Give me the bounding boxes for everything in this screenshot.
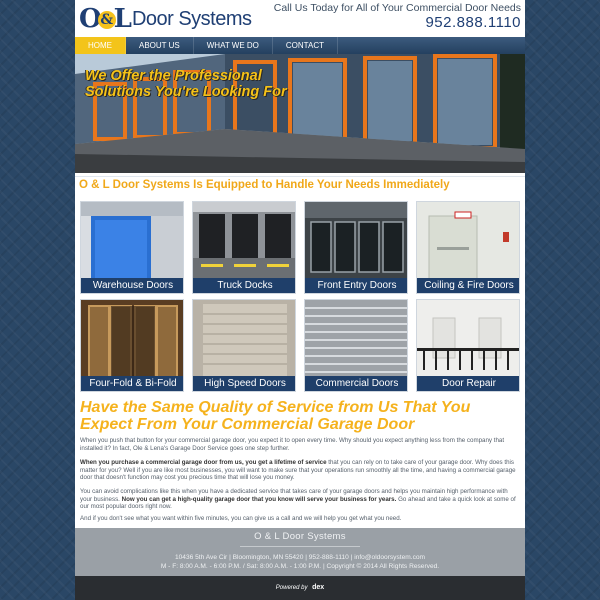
fire-door-image xyxy=(417,202,519,280)
footer-title: O & L Door Systems xyxy=(254,531,346,542)
dex-logo[interactable]: dex xyxy=(312,584,324,591)
tile-label: Coiling & Fire Doors xyxy=(417,278,519,293)
paragraph-4: And if you don't see what you want withi… xyxy=(80,515,402,522)
tile-label: Truck Docks xyxy=(193,278,295,293)
nav-home[interactable]: HOME xyxy=(75,37,126,54)
truck-dock-image xyxy=(193,202,295,280)
tile-warehouse-doors[interactable]: Warehouse Doors xyxy=(80,201,184,294)
call-to-action-text: Call Us Today for All of Your Commercial… xyxy=(273,2,521,14)
nav-about-us[interactable]: ABOUT US xyxy=(126,37,194,54)
nav-contact[interactable]: CONTACT xyxy=(273,37,338,54)
footer-address: 10436 5th Ave Cir | Bloomington, MN 5542… xyxy=(174,554,426,561)
warehouse-door-image xyxy=(81,202,183,280)
paragraph-2: When you purchase a commercial garage do… xyxy=(80,459,520,482)
door-repair-image xyxy=(417,300,519,378)
divider xyxy=(75,176,525,177)
tile-front-entry-doors[interactable]: Front Entry Doors xyxy=(304,201,408,294)
tile-coiling-fire-doors[interactable]: Coiling & Fire Doors xyxy=(416,201,520,294)
tile-commercial-doors[interactable]: Commercial Doors xyxy=(304,299,408,392)
services-heading: O & L Door Systems Is Equipped to Handle… xyxy=(79,179,450,191)
paragraph-3: You can avoid complications like this wh… xyxy=(80,488,520,511)
tile-high-speed-doors[interactable]: High Speed Doors xyxy=(192,299,296,392)
tile-label: High Speed Doors xyxy=(193,376,295,391)
tile-label: Front Entry Doors xyxy=(305,278,407,293)
nav-what-we-do[interactable]: WHAT WE DO xyxy=(194,37,273,54)
commercial-door-image xyxy=(305,300,407,378)
paragraph-1: When you push that button for your comme… xyxy=(80,437,505,452)
page: O&L Door Systems Call Us Today for All o… xyxy=(75,0,525,600)
tile-truck-docks[interactable]: Truck Docks xyxy=(192,201,296,294)
logo-mark: O&L xyxy=(79,4,132,34)
tile-label: Commercial Doors xyxy=(305,376,407,391)
powered-by-text: Powered by xyxy=(275,585,308,591)
header-contact: Call Us Today for All of Your Commercial… xyxy=(274,2,521,31)
tile-door-repair[interactable]: Door Repair xyxy=(416,299,520,392)
tile-four-fold-bi-fold[interactable]: Four-Fold & Bi-Fold xyxy=(80,299,184,392)
tile-label: Four-Fold & Bi-Fold xyxy=(81,376,183,391)
hero-title-line-2: Solutions You're Looking For xyxy=(85,84,287,100)
hero-title: We Offer the Professional Solutions You'… xyxy=(85,68,287,100)
phone-number[interactable]: 952.888.1110 xyxy=(274,14,521,31)
bi-fold-door-image xyxy=(81,300,183,378)
content-heading: Have the Same Quality of Service from Us… xyxy=(80,399,471,433)
footer-hours: M - F: 8:00 A.M. - 6:00 P.M. / Sat: 8:00… xyxy=(160,562,440,570)
hero-banner: We Offer the Professional Solutions You'… xyxy=(75,54,525,173)
footer-divider xyxy=(240,546,360,547)
header: O&L Door Systems Call Us Today for All o… xyxy=(75,0,525,37)
logo-text: Door Systems xyxy=(131,7,252,30)
tile-label: Warehouse Doors xyxy=(81,278,183,293)
footer: O & L Door Systems 10436 5th Ave Cir | B… xyxy=(75,528,525,576)
logo-letter-o: O xyxy=(79,4,102,34)
main-nav: HOME ABOUT US WHAT WE DO CONTACT xyxy=(75,37,525,54)
high-speed-door-image xyxy=(193,300,295,378)
paragraph-3-bold: Now you can get a high-quality garage do… xyxy=(121,495,397,503)
paragraph-2-bold: When you purchase a commercial garage do… xyxy=(80,459,327,466)
powered-by-bar: Powered by dex xyxy=(75,576,525,600)
hero-title-line-1: We Offer the Professional xyxy=(85,68,262,84)
logo[interactable]: O&L Door Systems xyxy=(79,3,252,35)
tile-label: Door Repair xyxy=(417,376,519,391)
front-entry-door-image xyxy=(305,202,407,280)
logo-letter-l: L xyxy=(113,4,132,34)
